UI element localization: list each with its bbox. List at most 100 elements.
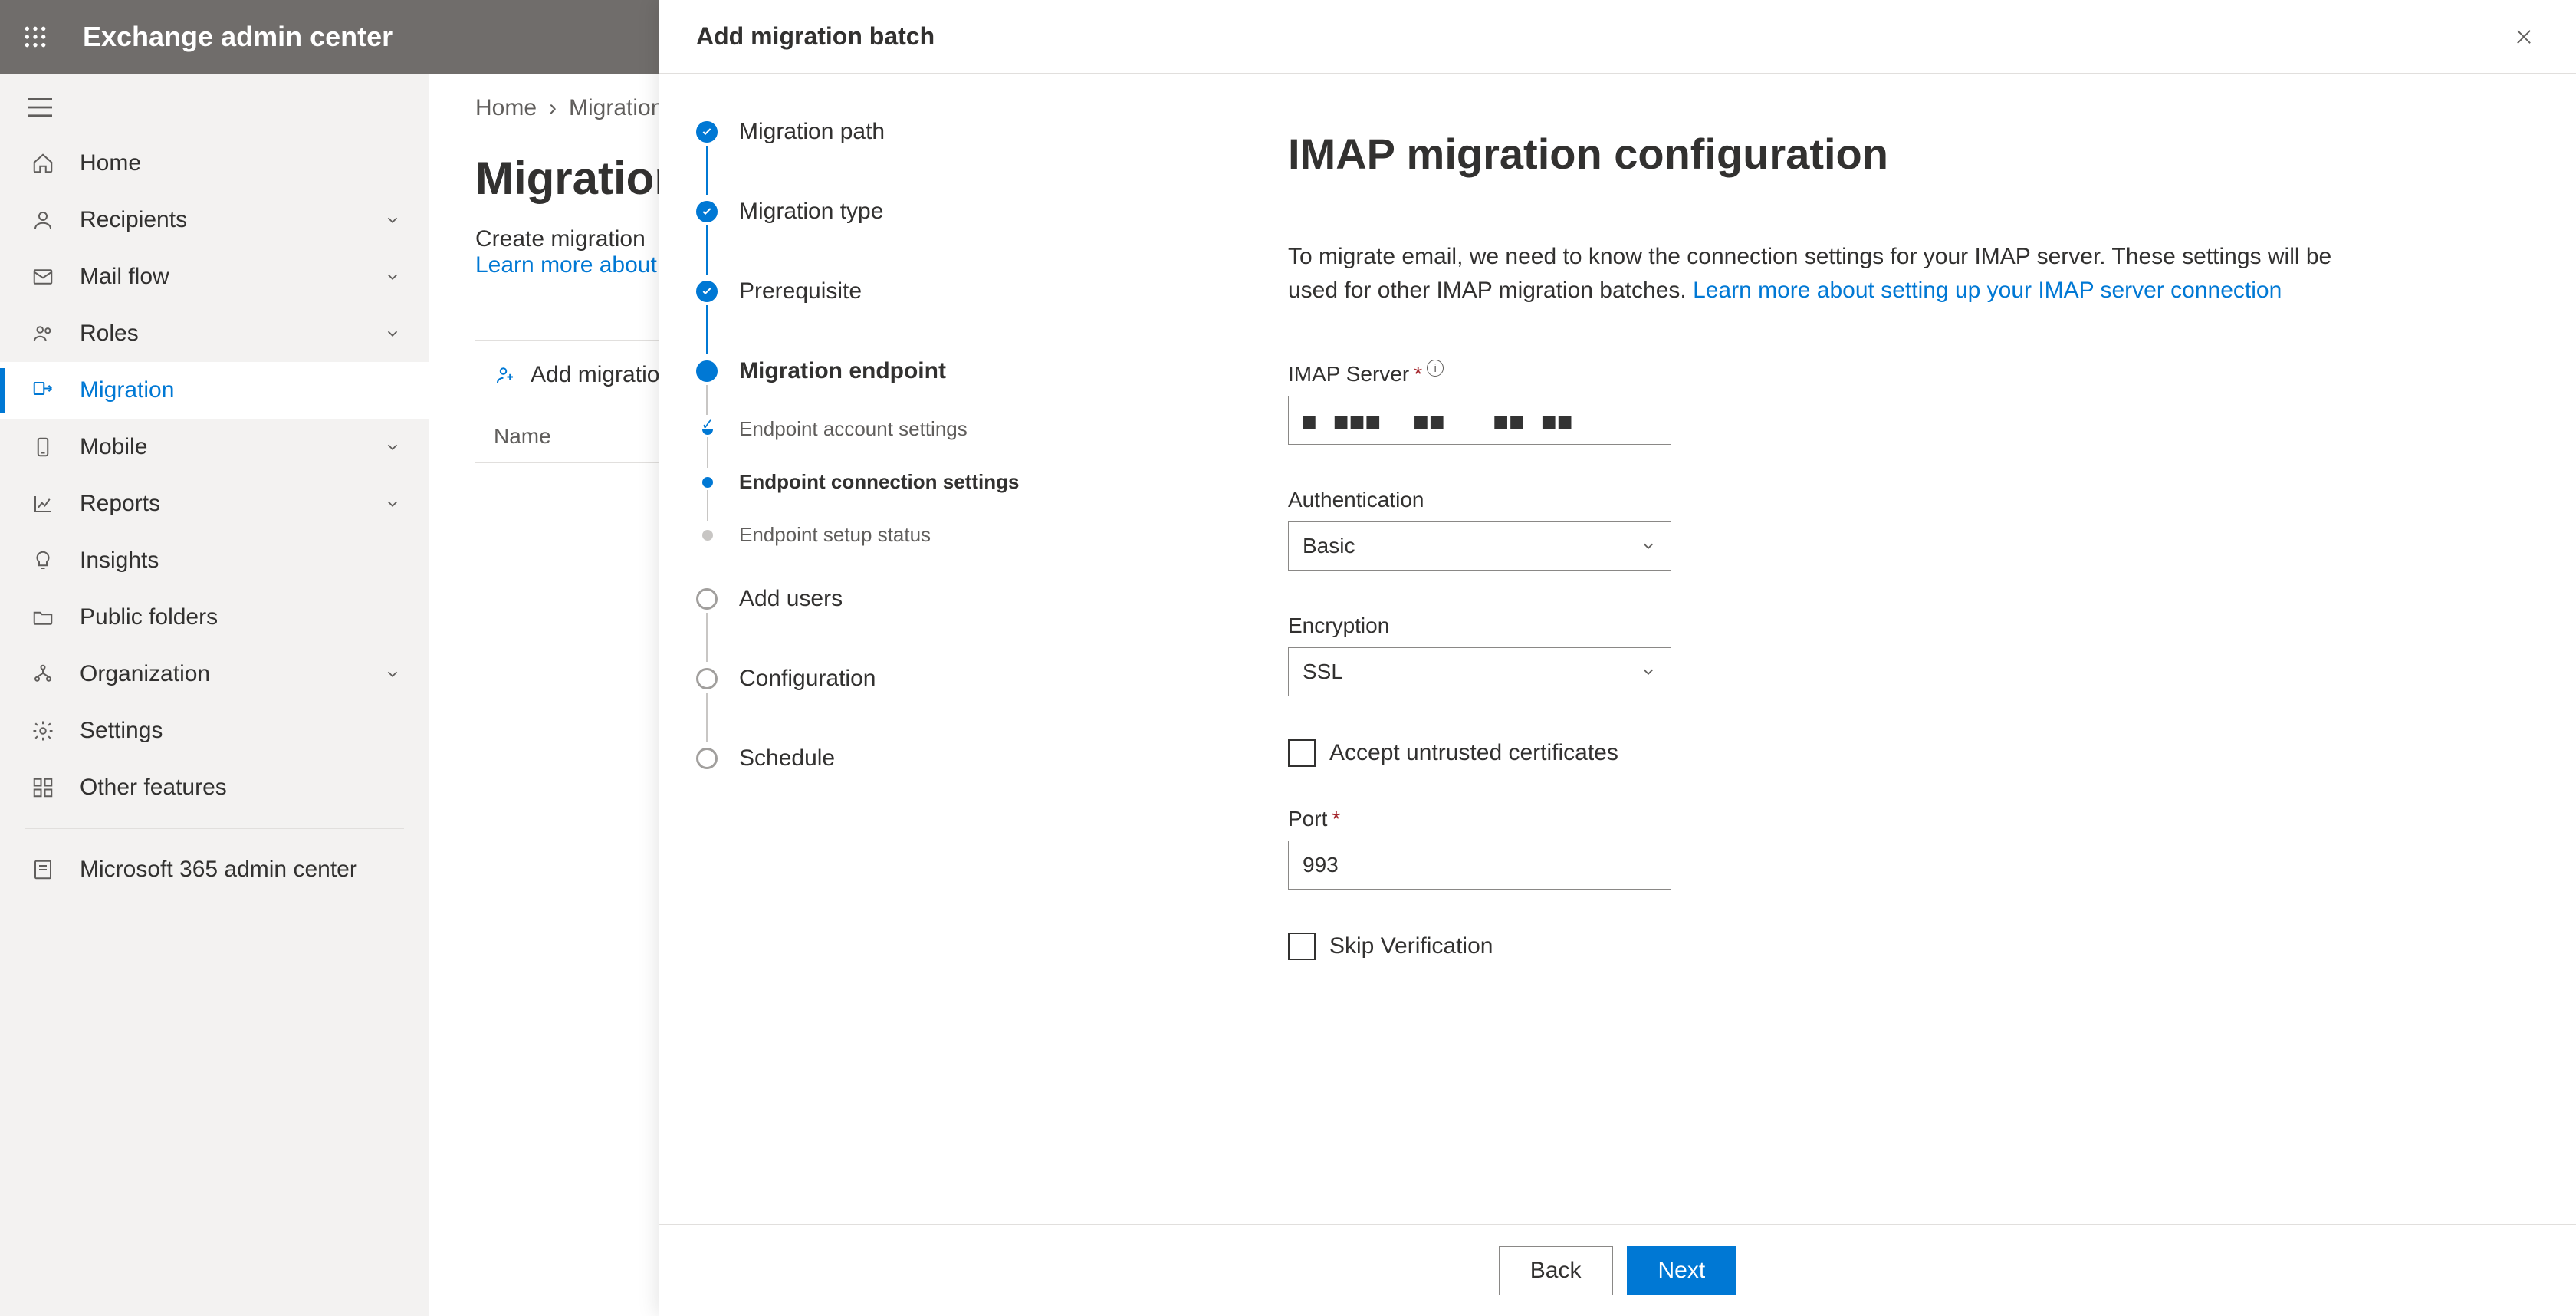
breadcrumb-item[interactable]: Migration — [569, 95, 663, 121]
field-imap-server: IMAP Server * i — [1288, 362, 1671, 445]
nav-item-otherfeatures[interactable]: Other features — [0, 759, 429, 816]
imap-server-input[interactable] — [1288, 396, 1671, 445]
substeps: Endpoint account settings Endpoint conne… — [696, 417, 1180, 547]
nav-item-recipients[interactable]: Recipients — [0, 192, 429, 248]
nav-item-publicfolders[interactable]: Public folders — [0, 589, 429, 646]
nav-item-migration[interactable]: Migration — [0, 362, 429, 419]
folders-icon — [28, 606, 58, 629]
nav-item-label: Organization — [80, 661, 384, 687]
panel-header: Add migration batch — [659, 0, 2576, 74]
nav-item-label: Public folders — [80, 604, 401, 630]
required-indicator: * — [1332, 807, 1340, 831]
nav-collapse-button[interactable] — [0, 92, 429, 135]
future-step-icon — [696, 668, 718, 689]
home-icon — [28, 152, 58, 175]
chevron-down-icon — [384, 495, 401, 512]
step-add-users[interactable]: Add users — [696, 584, 1180, 614]
nav-item-label: Migration — [80, 377, 401, 403]
form-area: IMAP migration configuration To migrate … — [1211, 74, 2576, 1224]
wizard-steps: Migration path Migration type Prerequisi… — [659, 74, 1211, 1224]
step-label: Migration type — [739, 199, 883, 225]
required-indicator: * — [1414, 362, 1422, 387]
field-accept-untrusted: Accept untrusted certificates — [1288, 739, 2499, 767]
panel-footer: Back Next — [659, 1224, 2576, 1316]
authentication-select[interactable]: Basic — [1288, 521, 1671, 571]
field-skip-verification: Skip Verification — [1288, 933, 2499, 960]
step-migration-endpoint[interactable]: Migration endpoint — [696, 356, 1180, 387]
app-launcher-icon[interactable] — [18, 20, 52, 54]
nav-separator — [25, 828, 404, 829]
step-schedule[interactable]: Schedule — [696, 743, 1180, 774]
panel-title: Add migration batch — [696, 22, 935, 51]
nav-item-label: Mobile — [80, 434, 384, 460]
migrate-icon — [28, 379, 58, 402]
step-label: Schedule — [739, 745, 835, 772]
field-port: Port * — [1288, 807, 1671, 890]
field-encryption: Encryption SSL — [1288, 614, 1671, 696]
check-icon — [702, 424, 713, 435]
mail-icon — [28, 265, 58, 288]
encryption-select[interactable]: SSL — [1288, 647, 1671, 696]
chevron-right-icon: › — [549, 95, 557, 121]
add-migration-button[interactable]: Add migration — [531, 362, 672, 388]
step-label: Migration endpoint — [739, 358, 946, 384]
step-migration-path[interactable]: Migration path — [696, 117, 1180, 147]
nav-item-settings[interactable]: Settings — [0, 702, 429, 759]
chevron-down-icon — [384, 268, 401, 285]
checkbox-label: Skip Verification — [1329, 933, 1493, 959]
nav-item-roles[interactable]: Roles — [0, 305, 429, 362]
org-icon — [28, 663, 58, 686]
step-configuration[interactable]: Configuration — [696, 663, 1180, 694]
substep-label: Endpoint account settings — [739, 417, 968, 441]
nav-item-insights[interactable]: Insights — [0, 532, 429, 589]
field-label: Port * — [1288, 807, 1671, 831]
substep-account-settings[interactable]: Endpoint account settings — [739, 417, 1180, 441]
breadcrumb-item[interactable]: Home — [475, 95, 537, 121]
nav-item-label: Reports — [80, 491, 384, 517]
info-icon[interactable]: i — [1427, 360, 1444, 377]
nav-item-mobile[interactable]: Mobile — [0, 419, 429, 475]
check-icon — [696, 121, 718, 143]
add-migration-batch-panel: Add migration batch Migration path Migra… — [659, 0, 2576, 1316]
field-label: Authentication — [1288, 488, 1671, 512]
chevron-down-icon — [384, 439, 401, 456]
close-button[interactable] — [2509, 21, 2539, 52]
column-header-name[interactable]: Name — [494, 424, 551, 448]
substep-setup-status[interactable]: Endpoint setup status — [739, 523, 1180, 547]
nav-item-label: Home — [80, 150, 401, 176]
mobile-icon — [28, 436, 58, 459]
select-value: SSL — [1303, 660, 1343, 684]
next-button[interactable]: Next — [1627, 1246, 1737, 1295]
left-nav: Home Recipients Mail flow Roles Migratio… — [0, 74, 429, 1316]
select-value: Basic — [1303, 534, 1355, 558]
nav-item-mailflow[interactable]: Mail flow — [0, 248, 429, 305]
nav-item-label: Other features — [80, 775, 401, 801]
port-input[interactable] — [1288, 841, 1671, 890]
check-icon — [696, 201, 718, 222]
nav-item-label: Microsoft 365 admin center — [80, 857, 401, 883]
future-step-icon — [696, 748, 718, 769]
grid-icon — [28, 776, 58, 799]
nav-item-organization[interactable]: Organization — [0, 646, 429, 702]
bulb-icon — [28, 549, 58, 572]
chevron-down-icon — [384, 666, 401, 683]
nav-item-m365-admin[interactable]: Microsoft 365 admin center — [0, 841, 429, 898]
check-icon — [696, 281, 718, 302]
add-person-icon — [494, 364, 517, 387]
learn-more-link[interactable]: Learn more about setting up your IMAP se… — [1693, 278, 2282, 303]
nav-item-label: Insights — [80, 548, 401, 574]
step-label: Migration path — [739, 119, 885, 145]
back-button[interactable]: Back — [1499, 1246, 1613, 1295]
step-prerequisite[interactable]: Prerequisite — [696, 276, 1180, 307]
step-migration-type[interactable]: Migration type — [696, 196, 1180, 227]
learn-more-link[interactable]: Learn more about — [475, 252, 657, 278]
accept-untrusted-checkbox[interactable] — [1288, 739, 1316, 767]
current-step-icon — [696, 360, 718, 382]
chevron-down-icon — [1640, 538, 1657, 554]
nav-item-reports[interactable]: Reports — [0, 475, 429, 532]
nav-item-home[interactable]: Home — [0, 135, 429, 192]
substep-label: Endpoint connection settings — [739, 470, 1019, 494]
field-label: IMAP Server * i — [1288, 362, 1671, 387]
skip-verification-checkbox[interactable] — [1288, 933, 1316, 960]
substep-connection-settings[interactable]: Endpoint connection settings — [739, 470, 1180, 494]
